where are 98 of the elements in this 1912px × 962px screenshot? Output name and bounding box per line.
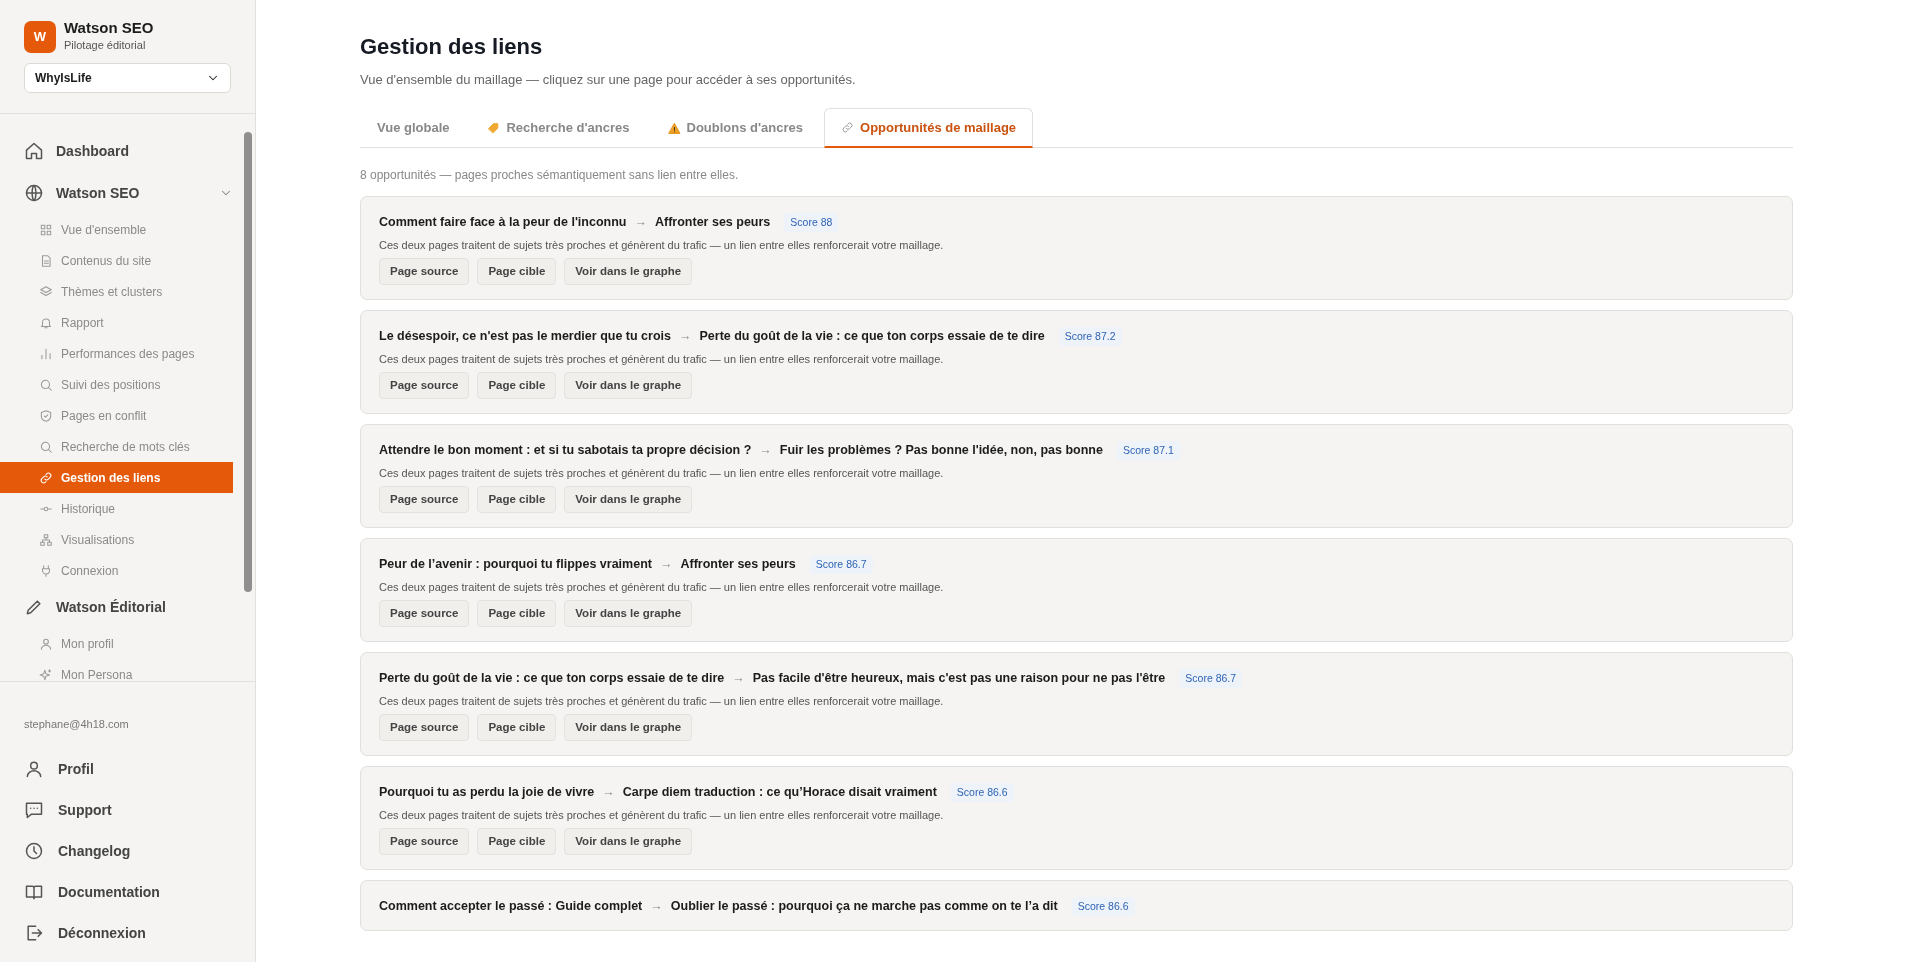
action-button[interactable]: Page cible <box>477 486 557 514</box>
target-page-title: Perte du goût de la vie : ce que ton corps essaie de te dire <box>699 328 1045 346</box>
source-page-title: Le désespoir, ce n'est pas le merdier que tu crois <box>379 328 671 346</box>
arrow-icon: → <box>732 670 745 688</box>
account-link[interactable]: Déconnexion <box>0 912 255 954</box>
tab[interactable]: Opportunités de maillage <box>824 107 1034 149</box>
score-badge: Score 86.7 <box>809 555 873 575</box>
arrow-icon: → <box>602 784 615 802</box>
nav-subitem[interactable]: Gestion des liens <box>0 462 233 493</box>
nav-item[interactable]: Dashboard <box>0 130 233 172</box>
arrow-icon: → <box>679 328 692 346</box>
arrow-icon: → <box>650 898 663 916</box>
action-button[interactable]: Page source <box>379 486 470 514</box>
book-icon <box>24 882 44 902</box>
arrow-icon: → <box>634 214 647 232</box>
target-page-title: Affronter ses peurs <box>680 556 796 574</box>
warning-icon <box>667 121 681 135</box>
action-button[interactable]: Voir dans le graphe <box>564 600 693 628</box>
user-email: stephane@4h18.com <box>23 717 130 732</box>
action-button[interactable]: Page cible <box>477 828 557 856</box>
source-page-title: Peur de l’avenir : pourquoi tu flippes vraiment <box>379 556 652 574</box>
tab[interactable]: Vue globale <box>360 107 467 149</box>
source-page-title: Perte du goût de la vie : ce que ton corps essaie de te dire <box>379 670 725 688</box>
link-icon <box>39 470 53 485</box>
grid-icon <box>39 222 53 237</box>
page-subtitle: Vue d'ensemble du maillage — cliquez sur une page pour accéder à ses opportunités. <box>360 71 857 90</box>
arrow-icon: → <box>659 556 673 574</box>
account-link[interactable]: Documentation <box>0 871 255 913</box>
action-button[interactable]: Page cible <box>477 372 557 400</box>
action-button[interactable]: Voir dans le graphe <box>564 714 693 742</box>
pen-icon <box>24 597 44 617</box>
tab[interactable]: Doublons d'ancres <box>650 107 821 149</box>
source-page-title: Pourquoi tu as perdu la joie de vivre <box>379 784 595 802</box>
source-page-title: Comment accepter le passé : Guide complet <box>379 898 643 916</box>
sparkle-icon <box>39 667 53 681</box>
score-badge: Score 87.2 <box>1058 327 1122 347</box>
shield-icon <box>39 408 53 423</box>
home-icon <box>24 141 44 161</box>
action-button[interactable]: Page source <box>379 258 470 286</box>
score-badge: Score 86.7 <box>1179 669 1243 689</box>
opportunity-description: Ces deux pages traitent de sujets très proches et génèrent du trafic — un lien entre elles renforcerait votre maillage. <box>379 580 945 595</box>
source-page-title: Comment faire face à la peur de l'inconnu <box>379 214 627 232</box>
nav-item[interactable]: Watson Éditorial <box>0 586 233 628</box>
plug-icon <box>39 563 53 578</box>
clock-icon <box>24 841 44 861</box>
search-icon <box>39 377 53 392</box>
tag-icon <box>487 121 501 135</box>
account-link[interactable]: Changelog <box>0 830 255 872</box>
opportunity-description: Ces deux pages traitent de sujets très proches et génèrent du trafic — un lien entre elles renforcerait votre maillage. <box>379 352 945 367</box>
action-button[interactable]: Page cible <box>477 258 557 286</box>
user-icon <box>39 636 53 651</box>
score-badge: Score 88 <box>784 213 839 233</box>
action-button[interactable]: Page cible <box>477 714 557 742</box>
opportunity-description: Ces deux pages traitent de sujets très proches et génèrent du trafic — un lien entre elles renforcerait votre maillage. <box>379 466 945 481</box>
page-title: Gestion des liens <box>360 34 544 61</box>
document-icon <box>39 253 53 268</box>
opportunity-count: 8 opportunités — pages proches sémantiquement sans lien entre elles. <box>360 167 740 185</box>
logo: W <box>24 20 56 53</box>
action-button[interactable]: Voir dans le graphe <box>564 486 693 514</box>
target-page-title: Fuir les problèmes ? Pas bonne l'idée, non, pas bonne <box>779 442 1103 460</box>
globe-icon <box>24 183 44 203</box>
score-badge: Score 86.6 <box>950 783 1014 803</box>
layers-icon <box>39 284 53 299</box>
account-link[interactable]: Support <box>0 789 255 831</box>
brand-name: Watson SEO <box>64 20 154 37</box>
target-page-title: Carpe diem traduction : ce qu’Horace disait vraiment <box>622 784 937 802</box>
chat-icon <box>24 800 44 820</box>
bell-icon <box>39 315 53 330</box>
scrollbar[interactable] <box>244 132 252 592</box>
target-page-title: Pas facile d'être heureux, mais c'est pas une raison pour ne pas l'être <box>752 670 1166 688</box>
search-icon <box>39 439 53 454</box>
score-badge: Score 87.1 <box>1116 441 1180 461</box>
action-button[interactable]: Page source <box>379 372 470 400</box>
link-icon <box>841 121 855 135</box>
target-page-title: Affronter ses peurs <box>655 214 771 232</box>
action-button[interactable]: Page source <box>379 828 470 856</box>
opportunity-description: Ces deux pages traitent de sujets très proches et génèrent du trafic — un lien entre elles renforcerait votre maillage. <box>379 808 945 823</box>
action-button[interactable]: Page source <box>379 600 470 628</box>
action-button[interactable]: Voir dans le graphe <box>564 828 693 856</box>
action-button[interactable]: Voir dans le graphe <box>564 258 693 286</box>
score-badge: Score 86.6 <box>1071 897 1135 917</box>
action-button[interactable]: Voir dans le graphe <box>564 372 693 400</box>
arrow-icon: → <box>759 442 772 460</box>
opportunity-description: Ces deux pages traitent de sujets très proches et génèrent du trafic — un lien entre elles renforcerait votre maillage. <box>379 694 945 709</box>
tab[interactable]: Recherche d'ancres <box>470 107 647 149</box>
action-button[interactable]: Page cible <box>477 600 557 628</box>
opportunity-description: Ces deux pages traitent de sujets très proches et génèrent du trafic — un lien entre elles renforcerait votre maillage. <box>379 238 945 253</box>
action-button[interactable]: Page source <box>379 714 470 742</box>
target-page-title: Oublier le passé : pourquoi ça ne marche pas comme on te l’a dit <box>670 898 1058 916</box>
logout-icon <box>24 923 44 943</box>
nav-item[interactable]: Watson SEO <box>0 172 233 214</box>
source-page-title: Attendre le bon moment : et si tu sabotais ta propre décision ? <box>379 442 752 460</box>
hierarchy-icon <box>39 532 53 547</box>
account-link[interactable]: Profil <box>0 748 255 790</box>
user-icon <box>24 759 44 779</box>
brand-tagline: Pilotage éditorial <box>64 37 147 53</box>
site-select[interactable]: WhyIsLife <box>24 63 231 93</box>
bar-chart-icon <box>39 346 53 361</box>
